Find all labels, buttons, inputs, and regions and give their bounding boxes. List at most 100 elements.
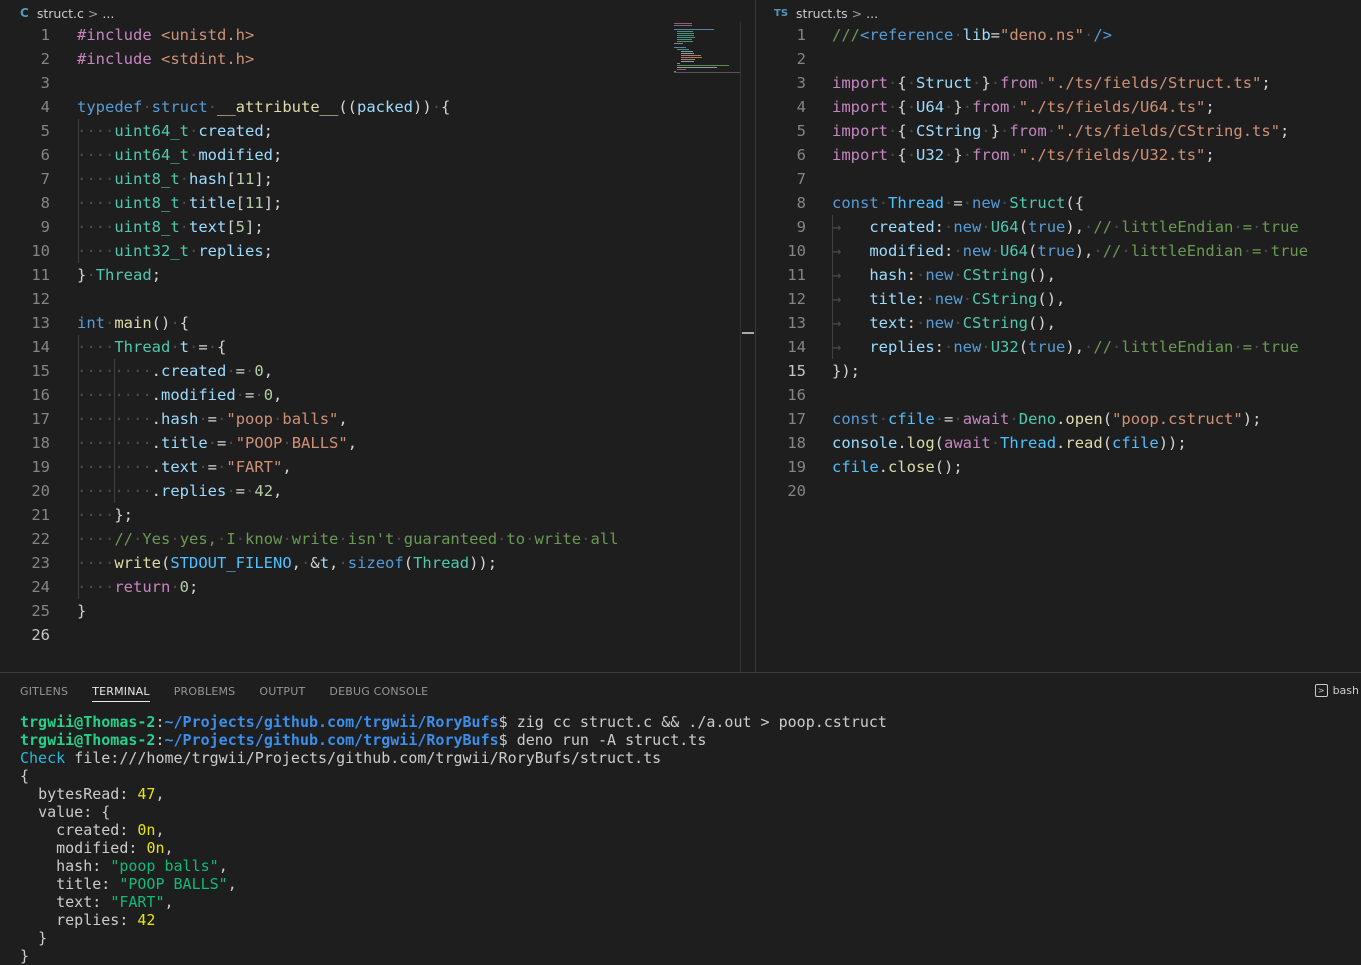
line-number: 18 <box>787 434 806 452</box>
vertical-scrollbar[interactable] <box>740 22 755 672</box>
line-number: 14 <box>787 338 806 356</box>
output-bigint: 0n <box>137 821 156 839</box>
terminal-line: { <box>20 767 30 785</box>
terminal-line: Check file:///home/trgwii/Projects/githu… <box>20 749 887 767</box>
line-number: 25 <box>31 602 50 620</box>
terminal-icon: > <box>1314 684 1328 697</box>
output-key: value <box>38 803 84 821</box>
line-number: 9 <box>40 218 50 236</box>
line-number: 22 <box>31 530 50 548</box>
terminal-shell-selector[interactable]: > bash <box>1314 684 1359 697</box>
line-number: 4 <box>40 98 50 116</box>
output-string: "POOP BALLS" <box>119 875 228 893</box>
line-number: 12 <box>31 290 50 308</box>
check-path: file:///home/trgwii/Projects/github.com/… <box>74 749 662 767</box>
terminal-line: modified: 0n, <box>56 839 174 857</box>
line-number: 15 <box>787 362 806 380</box>
prompt-path: ~/Projects/github.com/trgwii/RoryBufs <box>164 713 499 731</box>
line-number: 11 <box>787 266 806 284</box>
line-number: 3 <box>40 74 50 92</box>
check-label: Check <box>20 749 66 767</box>
line-number: 20 <box>787 482 806 500</box>
output-bigint: 0n <box>146 839 165 857</box>
line-number: 16 <box>787 386 806 404</box>
output-brace: } <box>38 929 48 947</box>
line-number: 19 <box>787 458 806 476</box>
output-number: 42 <box>137 911 156 929</box>
line-number: 14 <box>31 338 50 356</box>
typescript-file-icon: TS <box>774 7 789 19</box>
chevron-right-icon: > <box>851 5 863 21</box>
terminal-line: replies: 42 <box>56 911 156 929</box>
output-key: replies <box>56 911 120 929</box>
chevron-right-icon: > <box>87 5 99 21</box>
output-key: hash <box>56 857 93 875</box>
tab-problems[interactable]: PROBLEMS <box>174 685 236 702</box>
line-number: 1 <box>40 26 50 44</box>
prompt-user: trgwii@Thomas-2 <box>20 713 156 731</box>
line-number: 21 <box>31 506 50 524</box>
minimap-slider[interactable] <box>674 22 740 73</box>
line-number: 16 <box>31 386 50 404</box>
tab-gitlens[interactable]: GITLENS <box>20 685 68 702</box>
scrollbar-cursor-marker <box>742 332 754 334</box>
line-number: 5 <box>796 122 806 140</box>
line-number: 6 <box>40 146 50 164</box>
breadcrumb-filename[interactable]: struct.ts <box>796 6 848 21</box>
terminal-line: trgwii@Thomas-2:~/Projects/github.com/tr… <box>20 731 707 749</box>
line-number: 8 <box>40 194 50 212</box>
line-number: 18 <box>31 434 50 452</box>
line-number: 13 <box>787 314 806 332</box>
line-number: 2 <box>40 50 50 68</box>
output-string: "FART" <box>110 893 165 911</box>
tab-output[interactable]: OUTPUT <box>259 685 305 702</box>
terminal-line: created: 0n, <box>56 821 165 839</box>
terminal-line: trgwii@Thomas-2:~/Projects/github.com/tr… <box>20 713 887 731</box>
line-number: 8 <box>796 194 806 212</box>
line-number: 3 <box>796 74 806 92</box>
line-number: 24 <box>31 578 50 596</box>
output-string: "poop balls" <box>110 857 219 875</box>
line-number: 10 <box>31 242 50 260</box>
breadcrumb-more[interactable]: ... <box>102 6 114 21</box>
breadcrumb[interactable]: TS struct.ts > ... <box>774 4 878 22</box>
output-key: title <box>56 875 102 893</box>
line-number: 13 <box>31 314 50 332</box>
output-number: 47 <box>137 785 156 803</box>
output-key: created <box>56 821 120 839</box>
line-number: 20 <box>31 482 50 500</box>
line-number: 7 <box>796 170 806 188</box>
shell-name: bash <box>1332 684 1359 697</box>
panel-tabs: GITLENS TERMINAL PROBLEMS OUTPUT DEBUG C… <box>20 685 452 702</box>
line-number: 7 <box>40 170 50 188</box>
line-number: 9 <box>796 218 806 236</box>
terminal-line: title: "POOP BALLS", <box>56 875 237 893</box>
terminal-line: bytesRead: 47, <box>38 785 165 803</box>
line-number: 4 <box>796 98 806 116</box>
line-number: 1 <box>796 26 806 44</box>
terminal-line: hash: "poop balls", <box>56 857 228 875</box>
line-number: 15 <box>31 362 50 380</box>
output-key: text <box>56 893 93 911</box>
terminal-output[interactable]: trgwii@Thomas-2:~/Projects/github.com/tr… <box>20 713 887 965</box>
output-key: modified <box>56 839 129 857</box>
breadcrumb-filename[interactable]: struct.c <box>37 6 84 21</box>
breadcrumb[interactable]: C struct.c > ... <box>20 4 114 22</box>
output-key: bytesRead <box>38 785 120 803</box>
breadcrumb-more[interactable]: ... <box>866 6 878 21</box>
terminal-line: value: { <box>38 803 111 821</box>
line-number: 12 <box>787 290 806 308</box>
tab-debug-console[interactable]: DEBUG CONSOLE <box>329 685 428 702</box>
terminal-line: } <box>20 929 887 947</box>
bottom-panel: GITLENS TERMINAL PROBLEMS OUTPUT DEBUG C… <box>0 672 1361 965</box>
line-number: 10 <box>787 242 806 260</box>
editor-pane-struct-ts[interactable]: TS struct.ts > ... 1///<reference·lib="d… <box>756 0 1361 672</box>
prompt-path: ~/Projects/github.com/trgwii/RoryBufs <box>164 731 499 749</box>
line-number: 26 <box>31 626 50 644</box>
editor-pane-struct-c[interactable]: C struct.c > ... 1 #include <unistd.h> 2 #… <box>0 0 755 672</box>
tab-terminal[interactable]: TERMINAL <box>92 685 150 702</box>
line-number: 19 <box>31 458 50 476</box>
line-number: 17 <box>787 410 806 428</box>
terminal-command: deno run -A struct.ts <box>516 731 707 749</box>
output-brace: { <box>101 803 111 821</box>
